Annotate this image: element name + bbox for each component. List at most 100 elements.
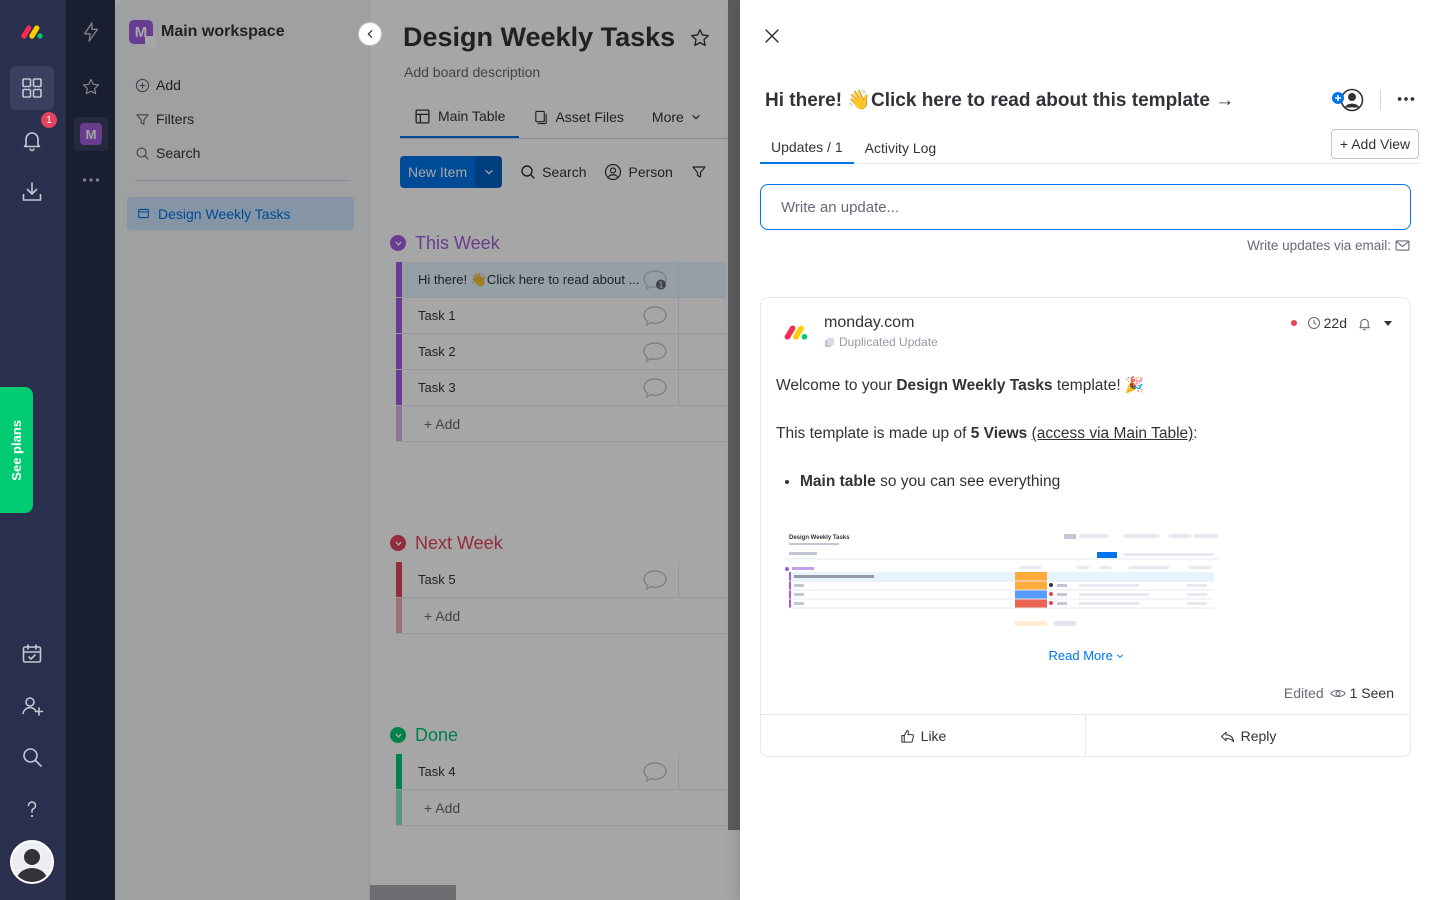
person-filter-button[interactable]: Person	[604, 163, 673, 181]
tab-asset-files[interactable]: Asset Files	[519, 96, 637, 138]
group-header[interactable]: Next Week	[390, 530, 503, 556]
group-collapse-icon[interactable]	[390, 727, 406, 743]
group-color-bar	[396, 298, 402, 333]
item-updates-panel: Hi there! 👋Click here to read about this…	[740, 0, 1440, 900]
tab-updates[interactable]: Updates / 1	[760, 131, 854, 164]
copy-icon	[824, 337, 835, 347]
tab-more[interactable]: More	[638, 96, 715, 138]
table-row[interactable]: Task 2	[396, 334, 726, 370]
favorites-star-icon[interactable]	[74, 70, 108, 104]
group-header[interactable]: Done	[390, 722, 458, 748]
inbox-download-icon[interactable]	[10, 170, 54, 214]
email-envelope-icon	[1395, 240, 1410, 251]
group-collapse-icon[interactable]	[390, 235, 406, 251]
write-update-input[interactable]	[760, 184, 1411, 230]
tab-main-table[interactable]: Main Table	[400, 96, 520, 138]
column-separator	[678, 334, 679, 369]
workspace-header[interactable]: M Main workspace	[129, 20, 285, 47]
monday-logo-icon[interactable]	[10, 10, 54, 54]
more-dots-icon[interactable]	[74, 163, 108, 197]
board-toolbar: New Item Search Person	[400, 156, 707, 188]
group-collapse-icon[interactable]	[390, 535, 406, 551]
board-area: Design Weekly Tasks Add board descriptio…	[370, 0, 740, 900]
add-item-row[interactable]: + Add	[396, 406, 726, 442]
item-title[interactable]: Hi there! 👋Click here to read about this…	[765, 88, 1234, 112]
group-title[interactable]: This Week	[415, 233, 500, 254]
group-color-bar	[396, 370, 402, 405]
update-body: Welcome to your Design Weekly Tasks temp…	[776, 374, 1396, 494]
workspace-filters-label: Filters	[156, 111, 195, 127]
group-color-bar	[396, 262, 402, 297]
user-avatar[interactable]	[10, 840, 54, 884]
search-icon[interactable]	[10, 735, 54, 779]
see-plans-button[interactable]: See plans	[0, 387, 33, 513]
item-more-menu-button[interactable]	[1394, 87, 1418, 111]
workspace-add-item[interactable]: Add	[135, 68, 200, 102]
column-separator	[678, 262, 679, 297]
main-table-link[interactable]: (access via Main Table)	[1032, 425, 1194, 442]
table-row[interactable]: Task 4	[396, 754, 726, 790]
table-row[interactable]: Hi there! 👋Click here to read about ... …	[396, 262, 726, 298]
collapse-panel-button[interactable]	[358, 22, 382, 46]
caret-down-icon[interactable]	[1382, 317, 1394, 329]
updates-bubble-icon[interactable]	[642, 569, 668, 594]
reply-button[interactable]: Reply	[1085, 715, 1410, 757]
like-button[interactable]: Like	[761, 715, 1085, 757]
person-filter-label: Person	[628, 164, 673, 180]
updates-bubble-icon[interactable]	[642, 341, 668, 366]
favorite-star-icon[interactable]	[689, 27, 711, 49]
board-title-text[interactable]: Design Weekly Tasks	[403, 22, 675, 53]
help-icon[interactable]	[10, 787, 54, 831]
update-author[interactable]: monday.com	[824, 314, 914, 332]
filter-button[interactable]	[691, 164, 707, 180]
group-title[interactable]: Next Week	[415, 533, 503, 554]
item-name: Task 4	[418, 764, 456, 779]
bell-icon[interactable]	[1357, 316, 1372, 331]
email-updates-hint[interactable]: Write updates via email:	[1247, 238, 1410, 253]
my-work-calendar-icon[interactable]	[10, 632, 54, 676]
group-title[interactable]: Done	[415, 725, 458, 746]
board-view-tabs: Main Table Asset Files More	[400, 96, 740, 139]
updates-bubble-icon[interactable]	[642, 761, 668, 786]
work-management-icon[interactable]	[10, 66, 54, 110]
table-row[interactable]: Task 1	[396, 298, 726, 334]
workspace-filters-item[interactable]: Filters	[135, 102, 200, 136]
workspace-search-item[interactable]: Search	[135, 136, 200, 170]
invite-members-icon[interactable]	[10, 684, 54, 728]
automations-bolt-icon[interactable]	[74, 15, 108, 49]
column-separator	[678, 754, 679, 789]
updates-bubble-icon[interactable]: 1	[642, 269, 668, 294]
vertical-scrollbar[interactable]	[728, 0, 740, 830]
subscribers-button[interactable]	[1330, 86, 1364, 114]
filter-icon	[136, 113, 149, 125]
table-row[interactable]: Task 5	[396, 562, 726, 598]
read-more-link[interactable]: Read More	[761, 648, 1412, 663]
tab-main-table-label: Main Table	[438, 108, 506, 124]
new-item-dropdown[interactable]	[475, 156, 503, 188]
group-this-week: This Week	[390, 230, 500, 256]
tab-activity-log[interactable]: Activity Log	[854, 131, 948, 164]
board-search-button[interactable]: Search	[520, 164, 586, 180]
sidebar-item-design-weekly-tasks[interactable]: Design Weekly Tasks	[127, 197, 354, 230]
divider	[1380, 90, 1381, 110]
add-item-label: + Add	[424, 799, 461, 816]
group-next-week: Next Week	[390, 530, 503, 556]
seen-by-button[interactable]: 1 Seen	[1329, 685, 1394, 701]
chevron-down-icon	[692, 114, 700, 120]
horizontal-scrollbar[interactable]	[370, 885, 456, 900]
tab-asset-files-label: Asset Files	[555, 109, 624, 125]
group-header[interactable]: This Week	[390, 230, 500, 256]
new-item-button[interactable]: New Item	[400, 156, 503, 188]
updates-bubble-icon[interactable]	[642, 377, 668, 402]
table-row[interactable]: Task 3	[396, 370, 726, 406]
search-icon	[521, 165, 535, 179]
workspace-switch-icon[interactable]: M	[74, 117, 108, 151]
add-view-button[interactable]: + Add View	[1331, 129, 1419, 159]
add-item-row[interactable]: + Add	[396, 598, 726, 634]
add-item-row[interactable]: + Add	[396, 790, 726, 826]
close-panel-button[interactable]	[760, 24, 784, 48]
board-description[interactable]: Add board description	[404, 64, 540, 80]
unread-dot	[1290, 320, 1297, 326]
template-preview-image[interactable]: Design Weekly Tasks	[779, 528, 1224, 643]
updates-bubble-icon[interactable]	[642, 305, 668, 330]
